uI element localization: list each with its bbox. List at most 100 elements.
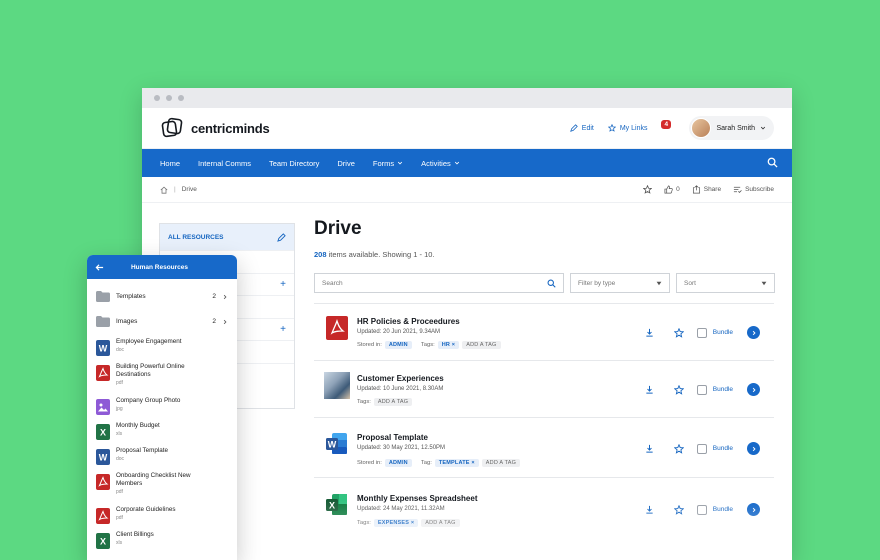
add-tag-button[interactable]: ADD A TAG (481, 459, 521, 467)
add-tag-button[interactable]: ADD A TAG (462, 341, 501, 349)
logo-icon (161, 117, 183, 138)
breadcrumb-current[interactable]: Drive (182, 186, 197, 193)
list-item[interactable]: X Client Billings xls (96, 531, 228, 556)
filter-bar: Search Filter by type Sort (314, 273, 775, 293)
filter-type-select[interactable]: Filter by type (570, 273, 670, 293)
window-dot (154, 95, 160, 101)
pdf-icon (326, 316, 348, 340)
open-file-button[interactable] (747, 326, 760, 339)
list-item[interactable]: Corporate Guidelines pdf (96, 506, 228, 531)
mobile-title: Human Resources (130, 263, 189, 271)
thumbs-up-icon (664, 185, 673, 194)
nav-item-team-directory[interactable]: Team Directory (269, 159, 319, 168)
bundle-checkbox[interactable] (696, 327, 707, 338)
browser-window: centricminds Edit My Links 4 Sarah Smith… (142, 88, 792, 560)
tag-chip[interactable]: EXPENSES × (373, 519, 419, 527)
star-icon[interactable] (673, 384, 684, 395)
file-name: Corporate Guidelines (116, 506, 176, 513)
all-resources-header[interactable]: ALL RESOURCES (160, 224, 294, 250)
star-icon[interactable] (643, 185, 653, 194)
sort-label: Sort (684, 279, 696, 287)
file-actions: Bundle (645, 503, 760, 516)
file-meta: Stored in: ADMIN Tag: TEMPLATE × ADD A T… (357, 459, 521, 467)
avatar (691, 118, 712, 138)
file-row[interactable]: W Proposal Template Updated: 30 May 2021… (314, 417, 774, 477)
folder-item[interactable]: Templates 2 (96, 284, 228, 309)
stored-tag[interactable]: ADMIN (384, 341, 412, 349)
list-item[interactable]: Building Powerful Online Destinations pdf (96, 363, 228, 397)
bundle-checkbox[interactable] (696, 384, 707, 395)
notifications-button[interactable]: 4 (661, 120, 675, 134)
tag-chip[interactable]: HR × (437, 341, 460, 349)
list-item[interactable]: Company Group Photo jpg (96, 397, 228, 422)
list-item[interactable]: X Monthly Budget xls (96, 422, 228, 447)
stored-tag[interactable]: ADMIN (384, 459, 412, 467)
nav-item-internal-comms[interactable]: Internal Comms (198, 159, 251, 168)
add-tag-button[interactable]: ADD A TAG (373, 398, 413, 406)
nav-item-forms[interactable]: Forms (373, 159, 403, 168)
open-file-button[interactable] (747, 503, 760, 516)
pdf-icon (96, 474, 110, 490)
like-button[interactable]: 0 (664, 185, 680, 194)
search-input[interactable]: Search (314, 273, 564, 293)
folder-item[interactable]: Images 2 (96, 309, 228, 334)
file-name[interactable]: Proposal Template (357, 433, 428, 442)
star-icon[interactable] (673, 327, 684, 338)
user-menu[interactable]: Sarah Smith (689, 116, 774, 140)
folder-icon (96, 316, 110, 327)
star-icon[interactable] (673, 504, 684, 515)
nav-item-activities[interactable]: Activities (421, 159, 460, 168)
brand-name: centricminds (191, 120, 270, 136)
subscribe-button[interactable]: Subscribe (733, 185, 774, 194)
open-file-button[interactable] (747, 383, 760, 396)
nav-label: Internal Comms (198, 158, 251, 168)
excel-icon: X (96, 533, 110, 549)
download-icon[interactable] (645, 385, 654, 394)
caret-down-icon (656, 281, 662, 285)
search-icon (767, 157, 778, 168)
nav-item-home[interactable]: Home (160, 159, 180, 168)
home-icon[interactable] (160, 186, 168, 194)
star-icon[interactable] (673, 443, 684, 454)
folder-count: 2 (212, 293, 216, 300)
file-name[interactable]: Customer Experiences (357, 374, 444, 383)
brand-logo[interactable]: centricminds (160, 116, 270, 140)
file-row[interactable]: HR Policies & Proceedures Updated: 20 Ju… (314, 303, 774, 360)
nav-search-button[interactable] (767, 157, 778, 170)
share-button[interactable]: Share (692, 185, 721, 194)
page-title: Drive (314, 218, 362, 239)
file-row[interactable]: X Monthly Expenses Spreadsheet Updated: … (314, 477, 774, 537)
edit-link[interactable]: Edit (569, 124, 594, 132)
download-icon[interactable] (645, 505, 654, 514)
tags-label: Tags: (420, 342, 435, 348)
list-item[interactable]: Onboarding Checklist New Members pdf (96, 472, 228, 506)
subscribe-icon (733, 186, 742, 193)
back-arrow-icon[interactable] (95, 263, 104, 272)
bundle-checkbox[interactable] (696, 504, 707, 515)
bundle-checkbox[interactable] (696, 443, 707, 454)
expand-plus-icon[interactable]: + (280, 324, 286, 335)
star-icon (607, 124, 616, 132)
my-links-link[interactable]: My Links (607, 124, 647, 132)
file-row[interactable]: Customer Experiences Updated: 10 June 20… (314, 360, 774, 417)
file-actions: Bundle (645, 442, 760, 455)
chevron-down-icon (760, 126, 766, 130)
pencil-icon[interactable] (277, 232, 286, 242)
word-icon: W (96, 340, 110, 356)
nav-item-drive[interactable]: Drive (337, 159, 355, 168)
download-icon[interactable] (645, 328, 654, 337)
chevron-right-icon (752, 387, 756, 392)
expand-plus-icon[interactable]: + (280, 279, 286, 290)
tag-chip[interactable]: TEMPLATE × (434, 459, 479, 467)
open-file-button[interactable] (747, 442, 760, 455)
file-name[interactable]: HR Policies & Proceedures (357, 317, 460, 326)
sort-select[interactable]: Sort (676, 273, 775, 293)
file-name[interactable]: Monthly Expenses Spreadsheet (357, 494, 477, 503)
download-icon[interactable] (645, 444, 654, 453)
list-item[interactable]: W Proposal Template doc (96, 447, 228, 472)
nav-label: Forms (372, 158, 395, 168)
add-tag-button[interactable]: ADD A TAG (421, 519, 460, 527)
list-item[interactable]: W Employee Engagement doc (96, 338, 228, 363)
like-count: 0 (676, 186, 680, 193)
svg-text:X: X (100, 537, 106, 547)
